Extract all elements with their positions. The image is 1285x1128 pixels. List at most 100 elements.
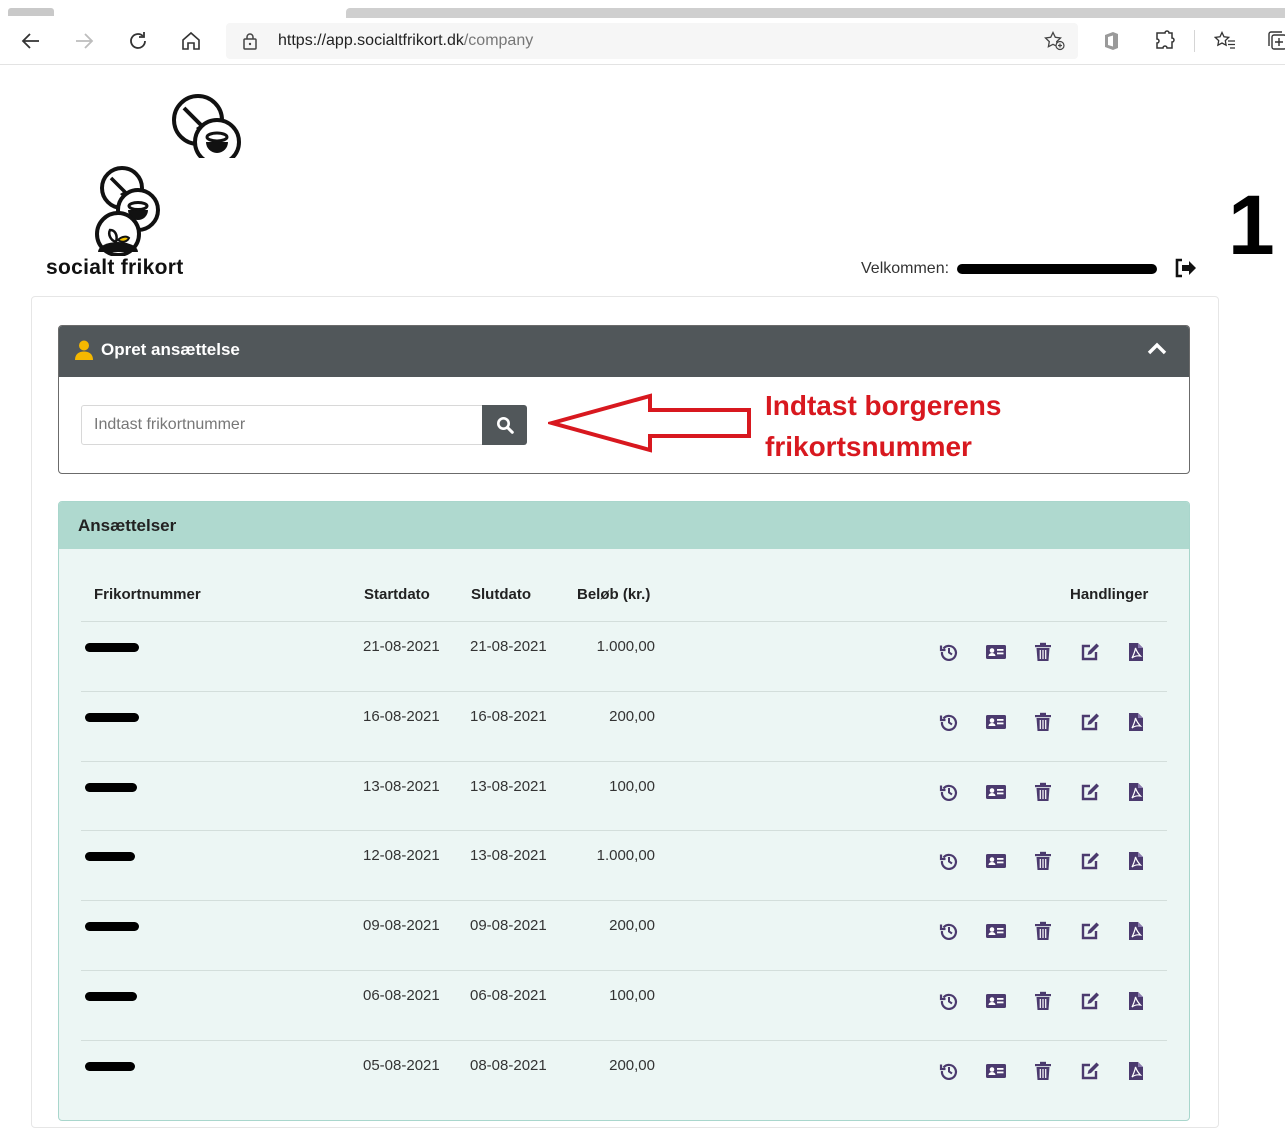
id-card-icon[interactable] — [985, 990, 1007, 1012]
history-icon[interactable] — [938, 641, 960, 663]
address-bar[interactable]: https://app.socialtfrikort.dk/company — [226, 23, 1078, 59]
favorites-icon[interactable] — [1208, 24, 1242, 58]
extensions-icon[interactable] — [1148, 24, 1182, 58]
browser-toolbar: https://app.socialtfrikort.dk/company — [0, 18, 1285, 65]
frikort-number-input[interactable] — [81, 405, 483, 445]
reload-icon[interactable] — [121, 24, 155, 58]
history-icon[interactable] — [938, 990, 960, 1012]
browser-tab[interactable] — [8, 8, 54, 16]
logout-icon[interactable] — [1173, 257, 1197, 284]
id-card-icon[interactable] — [985, 850, 1007, 872]
table-row: 21-08-2021 21-08-2021 1.000,00 — [59, 621, 1189, 691]
column-header-beloeb[interactable]: Beløb (kr.) — [577, 586, 650, 603]
column-header-frikortnummer[interactable]: Frikortnummer — [94, 586, 201, 603]
forward-icon[interactable] — [67, 24, 101, 58]
id-card-icon[interactable] — [985, 711, 1007, 733]
create-employment-header[interactable]: Opret ansættelse — [59, 326, 1189, 377]
edit-icon[interactable] — [1079, 711, 1101, 733]
collections-icon[interactable] — [1260, 24, 1285, 58]
welcome-label: Velkommen: — [861, 260, 950, 277]
table-row: 12-08-2021 13-08-2021 1.000,00 — [59, 830, 1189, 900]
step-number: 1 — [1228, 178, 1275, 272]
annotation-line-1: Indtast borgerens — [765, 390, 1002, 421]
trash-icon[interactable] — [1032, 711, 1054, 733]
trash-icon[interactable] — [1032, 1060, 1054, 1082]
pdf-icon[interactable] — [1125, 990, 1147, 1012]
user-icon — [75, 340, 93, 365]
redacted-frikortnummer — [85, 922, 139, 932]
logo-coins-top-icon — [160, 90, 244, 167]
url-text[interactable]: https://app.socialtfrikort.dk/company — [278, 32, 533, 50]
lock-icon[interactable] — [242, 32, 258, 55]
pdf-icon[interactable] — [1125, 711, 1147, 733]
cell-beloeb: 100,00 — [609, 987, 655, 1004]
edit-icon[interactable] — [1079, 641, 1101, 663]
pdf-icon[interactable] — [1125, 1060, 1147, 1082]
search-button[interactable] — [482, 405, 527, 445]
browser-tab-active[interactable] — [346, 8, 1285, 18]
logo-coins-icon — [86, 164, 168, 261]
cell-slutdato: 13-08-2021 — [470, 847, 547, 865]
column-header-slutdato[interactable]: Slutdato — [471, 586, 531, 603]
redacted-frikortnummer — [85, 1061, 135, 1071]
cell-slutdato: 16-08-2021 — [470, 707, 547, 725]
history-icon[interactable] — [938, 850, 960, 872]
annotation-line-2: frikortsnummer — [765, 431, 972, 462]
annotation-arrow-icon — [544, 393, 754, 458]
cell-startdato: 09-08-2021 — [363, 917, 440, 935]
redacted-frikortnummer — [85, 782, 137, 792]
table-row: 16-08-2021 16-08-2021 200,00 — [59, 691, 1189, 761]
pdf-icon[interactable] — [1125, 641, 1147, 663]
id-card-icon[interactable] — [985, 920, 1007, 942]
column-header-startdato[interactable]: Startdato — [364, 586, 430, 603]
history-icon[interactable] — [938, 920, 960, 942]
cell-slutdato: 06-08-2021 — [470, 987, 547, 1004]
pdf-icon[interactable] — [1125, 920, 1147, 942]
employments-panel: Ansættelser Frikortnummer Startdato Slut… — [58, 501, 1190, 1121]
cell-slutdato: 21-08-2021 — [470, 638, 547, 655]
trash-icon[interactable] — [1032, 850, 1054, 872]
edit-icon[interactable] — [1079, 850, 1101, 872]
history-icon[interactable] — [938, 1060, 960, 1082]
back-icon[interactable] — [14, 24, 48, 58]
cell-beloeb: 1.000,00 — [596, 638, 655, 655]
history-icon[interactable] — [938, 711, 960, 733]
history-icon[interactable] — [938, 781, 960, 803]
id-card-icon[interactable] — [985, 781, 1007, 803]
add-favorite-icon[interactable] — [1044, 30, 1066, 56]
edit-icon[interactable] — [1079, 1060, 1101, 1082]
trash-icon[interactable] — [1032, 990, 1054, 1012]
pdf-icon[interactable] — [1125, 781, 1147, 803]
cell-beloeb: 100,00 — [609, 777, 655, 795]
trash-icon[interactable] — [1032, 781, 1054, 803]
redacted-frikortnummer — [85, 992, 137, 1001]
table-row: 05-08-2021 08-08-2021 200,00 — [59, 1040, 1189, 1110]
url-path: /company — [463, 32, 534, 49]
cell-slutdato: 09-08-2021 — [470, 917, 547, 935]
id-card-icon[interactable] — [985, 641, 1007, 663]
edit-icon[interactable] — [1079, 920, 1101, 942]
cell-beloeb: 200,00 — [609, 707, 655, 725]
cell-beloeb: 1.000,00 — [596, 847, 655, 865]
home-icon[interactable] — [174, 24, 208, 58]
table-row: 06-08-2021 06-08-2021 100,00 — [59, 970, 1189, 1040]
redacted-user-name — [957, 264, 1157, 274]
url-host: https://app.socialtfrikort.dk — [278, 32, 464, 49]
pdf-icon[interactable] — [1125, 850, 1147, 872]
trash-icon[interactable] — [1032, 641, 1054, 663]
trash-icon[interactable] — [1032, 920, 1054, 942]
edit-icon[interactable] — [1079, 990, 1101, 1012]
redacted-frikortnummer — [85, 712, 139, 722]
chevron-up-icon[interactable] — [1147, 341, 1167, 360]
edit-icon[interactable] — [1079, 781, 1101, 803]
id-card-icon[interactable] — [985, 1060, 1007, 1082]
cell-startdato: 13-08-2021 — [363, 777, 440, 795]
logo-text: socialt frikort — [46, 256, 184, 279]
redacted-frikortnummer — [85, 643, 139, 652]
table-row: 13-08-2021 13-08-2021 100,00 — [59, 761, 1189, 831]
office-extension-icon[interactable] — [1094, 24, 1128, 58]
redacted-frikortnummer — [85, 852, 135, 862]
cell-slutdato: 13-08-2021 — [470, 777, 547, 795]
cell-slutdato: 08-08-2021 — [470, 1056, 547, 1074]
cell-startdato: 16-08-2021 — [363, 707, 440, 725]
